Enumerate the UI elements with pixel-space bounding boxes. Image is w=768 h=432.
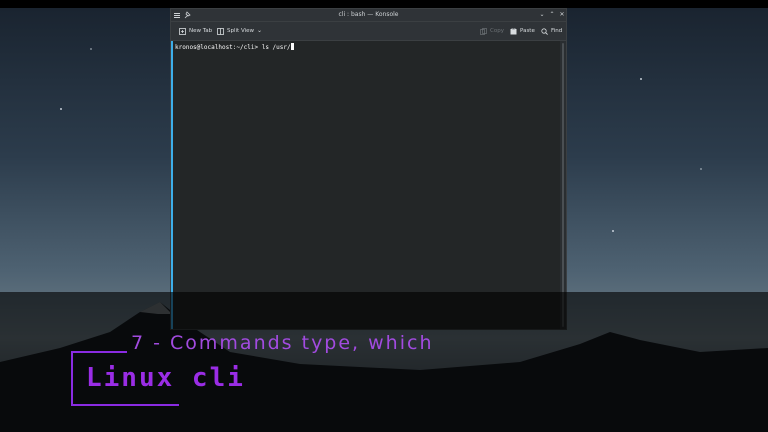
caption-overlay — [0, 292, 768, 432]
chevron-up-icon[interactable]: ⌃ — [548, 9, 556, 21]
frame-line-top — [71, 351, 127, 353]
scrollbar-thumb[interactable] — [562, 43, 564, 327]
split-view-button[interactable]: Split View ⌄ — [217, 22, 262, 40]
shell-prompt: kronos@localhost:~/cli> — [175, 44, 262, 51]
star — [90, 48, 92, 50]
search-icon — [541, 27, 548, 35]
new-tab-icon — [179, 27, 186, 35]
typed-command: ls /usr/ — [261, 44, 291, 51]
frame-line-bottom — [71, 404, 179, 406]
window-title: cli : bash — Konsole — [338, 11, 399, 18]
find-label: Find — [551, 28, 563, 34]
letterbox-top — [0, 0, 768, 8]
paste-icon — [510, 27, 517, 34]
copy-icon — [480, 27, 487, 35]
window-titlebar[interactable]: cli : bash — Konsole ⌄ ⌃ ✕ — [171, 9, 566, 22]
terminal-scrollbar[interactable] — [560, 41, 566, 329]
split-view-icon — [217, 27, 224, 35]
terminal-cursor — [290, 43, 294, 50]
copy-button[interactable]: Copy — [480, 22, 504, 40]
konsole-window[interactable]: cli : bash — Konsole ⌄ ⌃ ✕ New Tab Split… — [170, 8, 567, 330]
series-brand: Linux cli — [86, 363, 245, 393]
frame-line-left — [71, 351, 73, 406]
new-tab-label: New Tab — [189, 28, 213, 34]
chevron-down-icon[interactable]: ⌄ — [538, 9, 546, 21]
chevron-down-icon: ⌄ — [257, 27, 263, 34]
star — [612, 230, 614, 232]
close-icon[interactable]: ✕ — [558, 9, 566, 21]
find-button[interactable]: Find — [541, 22, 562, 40]
konsole-toolbar: New Tab Split View ⌄ Copy Paste Find — [171, 22, 566, 41]
chapter-title: 7 - Commands type, which — [131, 332, 434, 354]
paste-label: Paste — [520, 28, 535, 34]
new-tab-button[interactable]: New Tab — [179, 22, 212, 40]
copy-label: Copy — [490, 28, 504, 34]
terminal-area[interactable]: kronos@localhost:~/cli> ls /usr/ — [171, 41, 560, 329]
star — [700, 168, 702, 170]
paste-button[interactable]: Paste — [510, 22, 535, 40]
split-view-label: Split View — [227, 28, 254, 34]
star — [640, 78, 642, 80]
star — [60, 108, 62, 110]
